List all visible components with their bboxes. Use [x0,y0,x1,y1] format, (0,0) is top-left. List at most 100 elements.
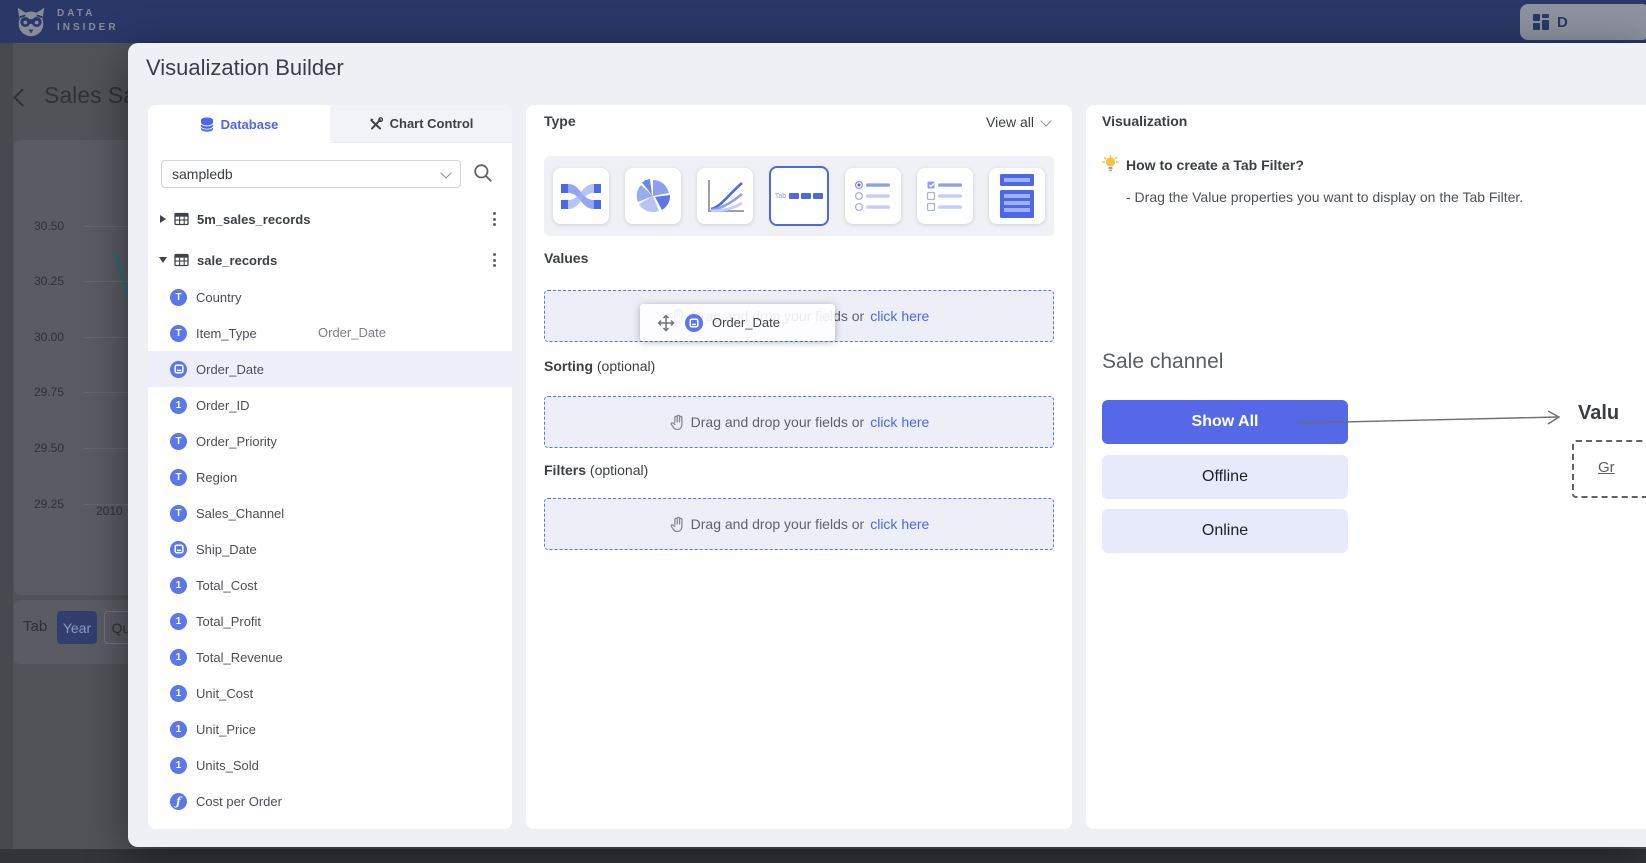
x-tick: 2010 [96,504,123,518]
view-all-label: View all [986,114,1034,130]
sorting-section-label: Sorting (optional) [544,358,655,374]
annotation-group-label[interactable]: Gr [1598,459,1615,476]
field-label: Total_Profit [196,614,261,629]
date-field-icon [170,541,187,558]
back-chevron-icon[interactable] [13,88,31,106]
gridline [84,448,134,449]
caret-right-icon[interactable] [160,215,166,223]
annotation-value-label: Valu [1578,402,1619,425]
builder-panel: Type View all [526,105,1072,829]
chip-label: Order_Date [712,315,780,330]
field-label: Order_Priority [196,434,277,449]
text-field-icon: T [170,469,187,486]
header-dashboard-button[interactable]: D [1520,4,1646,40]
number-field-icon: 1 [170,685,187,702]
field-label: Units_Sold [196,758,259,773]
field-row[interactable]: 1 Total_Profit [148,603,512,639]
click-here-link[interactable]: click here [870,516,929,532]
visualization-panel: Visualization How to create a Tab Filter… [1086,105,1646,829]
table-icon [174,212,189,226]
type-line-icon[interactable] [697,168,753,224]
period-tab-year[interactable]: Year [57,611,97,644]
number-field-icon: 1 [170,757,187,774]
caret-down-icon[interactable] [159,257,167,263]
field-label: Country [196,290,242,305]
drag-hand-icon [669,414,685,431]
sorting-dropzone[interactable]: Drag and drop your fields or click here [544,396,1054,448]
field-row[interactable]: T Region [148,459,512,495]
dragged-field-chip[interactable]: Order_Date [640,304,835,341]
number-field-icon: 1 [170,649,187,666]
click-here-link[interactable]: click here [870,414,929,430]
type-sankey-icon[interactable] [553,168,609,224]
field-label: Order_ID [196,398,249,413]
field-row[interactable]: T Sales_Channel [148,495,512,531]
field-label: Sales_Channel [196,506,284,521]
field-label: Cost per Order [196,794,282,809]
field-label: Unit_Price [196,722,256,737]
gridline [84,226,134,227]
y-tick: 29.25 [12,497,64,511]
number-field-icon: 1 [170,577,187,594]
number-field-icon: 1 [170,613,187,630]
field-row[interactable]: 1 Unit_Price [148,711,512,747]
type-single-choice-icon[interactable] [845,168,901,224]
number-field-icon: 1 [170,721,187,738]
field-row[interactable]: 1 Total_Cost [148,567,512,603]
filters-section-label: Filters (optional) [544,462,648,478]
y-tick: 30.25 [12,274,64,288]
field-row[interactable]: Ship_Date [148,531,512,567]
field-row[interactable]: 1 Order_ID [148,387,512,423]
kebab-menu-icon[interactable] [493,212,496,226]
number-field-icon: 1 [170,397,187,414]
values-section-label: Values [544,250,588,266]
tab-chart-control-label: Chart Control [390,116,474,131]
table-row-sale-records[interactable]: sale_records [148,245,512,275]
table-name: sale_records [197,253,277,268]
table-row-5m-sales-records[interactable]: 5m_sales_records [148,204,512,234]
kebab-menu-icon[interactable] [493,253,496,267]
gridline [84,392,134,393]
type-tab-filter-icon[interactable]: Tab [769,166,829,226]
function-field-icon: ƒ [170,793,187,810]
type-table-icon[interactable] [989,168,1045,224]
tab-database-label: Database [221,117,279,132]
field-label: Total_Cost [196,578,257,593]
dropzone-placeholder: Drag and drop your fields or [691,414,865,430]
text-field-icon: T [170,433,187,450]
table-icon [174,253,189,267]
field-row[interactable]: 1 Units_Sold [148,747,512,783]
click-here-link[interactable]: click here [870,308,929,324]
field-row-selected[interactable]: Order_Date [148,351,512,387]
database-icon [200,117,214,132]
filters-dropzone[interactable]: Drag and drop your fields or click here [544,498,1054,550]
chevron-down-icon [440,167,451,178]
field-row[interactable]: 1 Unit_Cost [148,675,512,711]
lightbulb-icon [1102,155,1119,173]
drag-ghost-label: Order_Date [318,325,386,340]
type-pie-icon[interactable] [625,168,681,224]
field-row[interactable]: 1 Total_Revenue [148,639,512,675]
tab-option-online[interactable]: Online [1102,509,1348,553]
owl-logo-icon [12,3,50,41]
database-panel: Database Chart Control sampledb [148,105,512,829]
tip-body: - Drag the Value properties you want to … [1126,189,1523,205]
field-row[interactable]: T Order_Priority [148,423,512,459]
widget-title: Sale channel [1102,350,1223,374]
type-multi-choice-icon[interactable] [917,168,973,224]
field-label: Order_Date [196,362,264,377]
database-select[interactable]: sampledb [161,160,461,188]
search-icon[interactable] [472,162,494,184]
text-field-icon: T [170,325,187,342]
field-row[interactable]: ƒ Cost per Order [148,783,512,819]
y-tick: 30.50 [12,219,64,233]
tab-database[interactable]: Database [148,105,330,143]
tab-chart-control[interactable]: Chart Control [330,105,512,143]
view-all-button[interactable]: View all [986,114,1050,130]
annotation-arrow [1294,409,1574,433]
field-row[interactable]: T Country [148,279,512,315]
date-field-icon [685,314,703,332]
visualization-label: Visualization [1102,113,1187,129]
gridline [84,337,134,338]
tab-option-offline[interactable]: Offline [1102,455,1348,499]
